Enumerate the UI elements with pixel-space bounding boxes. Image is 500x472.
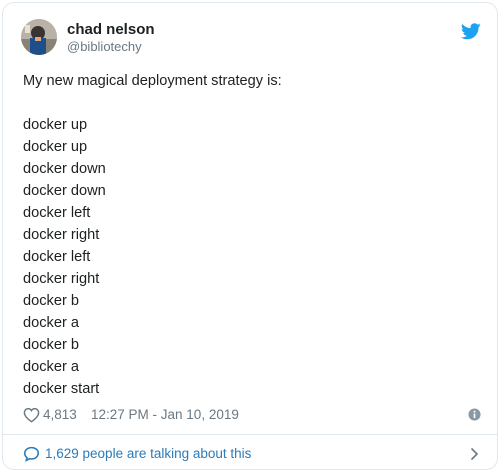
heart-icon[interactable] <box>23 407 40 423</box>
tweet-line: docker a <box>23 359 79 375</box>
tweet-line: docker down <box>23 161 106 177</box>
speech-bubble-icon <box>23 446 40 462</box>
conversation-link[interactable]: 1,629 people are talking about this <box>23 443 481 465</box>
tweet-line: docker right <box>23 271 100 287</box>
tweet-line: docker left <box>23 249 91 265</box>
author-names: chad nelson @bibliotechy <box>67 21 155 55</box>
tweet-line: docker a <box>23 315 79 331</box>
avatar[interactable] <box>21 19 57 55</box>
tweet-line: docker left <box>23 205 91 221</box>
tweet-line: docker b <box>23 337 79 353</box>
user-handle[interactable]: @bibliotechy <box>67 39 155 55</box>
tweet-header: chad nelson @bibliotechy <box>21 19 481 59</box>
timestamp-link[interactable]: 12:27 PM - Jan 10, 2019 <box>91 405 239 425</box>
tweet-line: docker start <box>23 381 100 397</box>
tweet-card[interactable]: chad nelson @bibliotechy My new magical … <box>2 2 498 470</box>
chevron-right-icon[interactable] <box>470 447 479 461</box>
like-button[interactable]: 4,813 <box>23 405 77 425</box>
tweet-line: docker up <box>23 139 88 155</box>
tweet-text: My new magical deployment strategy is: d… <box>23 70 483 400</box>
tweet-meta: 4,813 12:27 PM - Jan 10, 2019 <box>23 405 481 425</box>
info-icon[interactable] <box>468 408 481 421</box>
twitter-bird-icon[interactable] <box>461 23 481 40</box>
tweet-line: docker down <box>23 183 106 199</box>
tweet-line: docker up <box>23 117 88 133</box>
conversation-label[interactable]: 1,629 people are talking about this <box>45 443 251 465</box>
divider <box>3 434 497 435</box>
display-name[interactable]: chad nelson <box>67 21 155 39</box>
like-count: 4,813 <box>43 407 77 422</box>
tweet-line: docker right <box>23 227 100 243</box>
tweet-intro: My new magical deployment strategy is: <box>23 73 282 89</box>
tweet-line: docker b <box>23 293 79 309</box>
